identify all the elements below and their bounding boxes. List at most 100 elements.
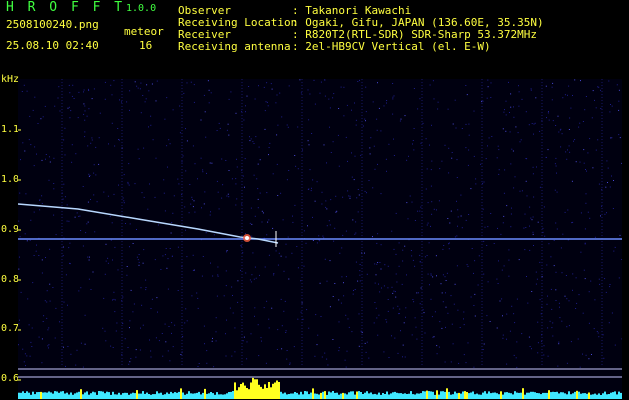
noise-pixel <box>312 179 314 181</box>
noise-pixel <box>422 309 424 311</box>
noise-pixel <box>212 337 213 339</box>
noise-pixel <box>468 134 470 136</box>
noise-pixel <box>532 216 534 218</box>
noise-pixel <box>280 192 282 194</box>
noise-pixel <box>587 211 589 213</box>
noise-pixel <box>393 290 395 292</box>
noise-pixel <box>353 179 355 181</box>
noise-pixel <box>440 283 442 285</box>
noise-pixel <box>343 295 345 297</box>
meter-bar <box>294 392 296 399</box>
noise-pixel <box>140 287 142 289</box>
noise-pixel <box>139 349 141 351</box>
meter-bar <box>336 392 338 399</box>
noise-pixel <box>21 91 23 92</box>
noise-pixel <box>63 346 64 348</box>
noise-pixel <box>555 222 557 224</box>
meter-bar <box>146 392 148 399</box>
noise-pixel <box>302 318 304 320</box>
noise-pixel <box>454 236 456 238</box>
noise-pixel <box>321 356 323 358</box>
meter-bar <box>396 392 398 399</box>
noise-pixel <box>241 211 243 213</box>
noise-pixel <box>592 90 594 92</box>
noise-pixel <box>41 203 43 204</box>
noise-pixel <box>364 190 366 192</box>
noise-pixel <box>388 357 390 358</box>
noise-pixel <box>556 191 558 193</box>
meter-bar <box>448 391 450 399</box>
noise-pixel <box>552 120 554 122</box>
y-axis-unit-label: kHz <box>1 74 20 85</box>
noise-pixel <box>518 259 520 261</box>
noise-pixel <box>46 301 48 303</box>
noise-pixel <box>169 360 171 362</box>
noise-pixel <box>585 202 587 204</box>
noise-pixel <box>510 226 512 228</box>
meter-bar <box>468 393 470 399</box>
noise-pixel <box>355 221 357 223</box>
meter-bar <box>408 393 410 399</box>
noise-pixel <box>84 131 86 133</box>
noise-pixel <box>487 79 489 81</box>
noise-pixel <box>297 126 299 128</box>
noise-pixel <box>292 221 294 223</box>
meter-bar <box>444 391 446 399</box>
noise-pixel <box>266 300 268 302</box>
noise-pixel <box>84 343 86 345</box>
noise-pixel <box>261 340 262 342</box>
noise-pixel <box>307 189 309 190</box>
noise-pixel <box>307 89 309 91</box>
noise-pixel <box>236 158 237 160</box>
noise-pixel <box>18 344 19 346</box>
noise-pixel <box>516 298 518 300</box>
noise-pixel <box>265 101 267 103</box>
noise-pixel <box>210 92 212 94</box>
meter-bar <box>508 392 510 399</box>
noise-pixel <box>589 138 591 140</box>
noise-pixel <box>276 134 278 136</box>
noise-pixel <box>535 97 537 99</box>
meter-bar <box>72 394 74 399</box>
noise-pixel <box>383 105 385 107</box>
meter-bar <box>34 394 36 399</box>
meteor-label: meteor <box>124 25 164 38</box>
noise-pixel <box>192 254 194 256</box>
info-value-antenna: : 2el-HB9CV Vertical (el. E-W) <box>292 40 491 53</box>
meter-bar <box>440 391 442 399</box>
noise-pixel <box>156 80 158 82</box>
meter-bar <box>84 392 86 399</box>
meter-bar <box>430 391 432 399</box>
noise-pixel <box>87 256 89 258</box>
noise-pixel <box>126 266 128 267</box>
noise-pixel <box>48 344 50 346</box>
noise-pixel <box>618 277 620 279</box>
noise-pixel <box>296 246 298 247</box>
meter-bar <box>162 394 164 399</box>
noise-pixel <box>387 265 389 267</box>
noise-pixel <box>598 336 600 338</box>
meter-bar <box>436 390 438 399</box>
noise-pixel <box>559 306 560 308</box>
noise-pixel <box>485 158 487 160</box>
noise-pixel <box>579 122 581 124</box>
noise-pixel <box>337 134 339 136</box>
noise-pixel <box>258 85 259 87</box>
noise-pixel <box>549 320 551 322</box>
noise-pixel <box>551 99 553 101</box>
noise-pixel <box>49 156 50 158</box>
noise-pixel <box>73 98 75 99</box>
noise-pixel <box>566 362 568 364</box>
noise-pixel <box>502 315 503 317</box>
noise-pixel <box>374 302 376 303</box>
noise-pixel <box>474 260 476 262</box>
noise-pixel <box>403 322 405 324</box>
noise-pixel <box>69 92 71 94</box>
noise-pixel <box>48 327 50 329</box>
noise-pixel <box>417 210 419 212</box>
noise-pixel <box>539 261 541 263</box>
noise-pixel <box>150 350 152 352</box>
noise-pixel <box>530 88 532 90</box>
noise-pixel <box>598 278 600 280</box>
noise-pixel <box>185 128 186 130</box>
